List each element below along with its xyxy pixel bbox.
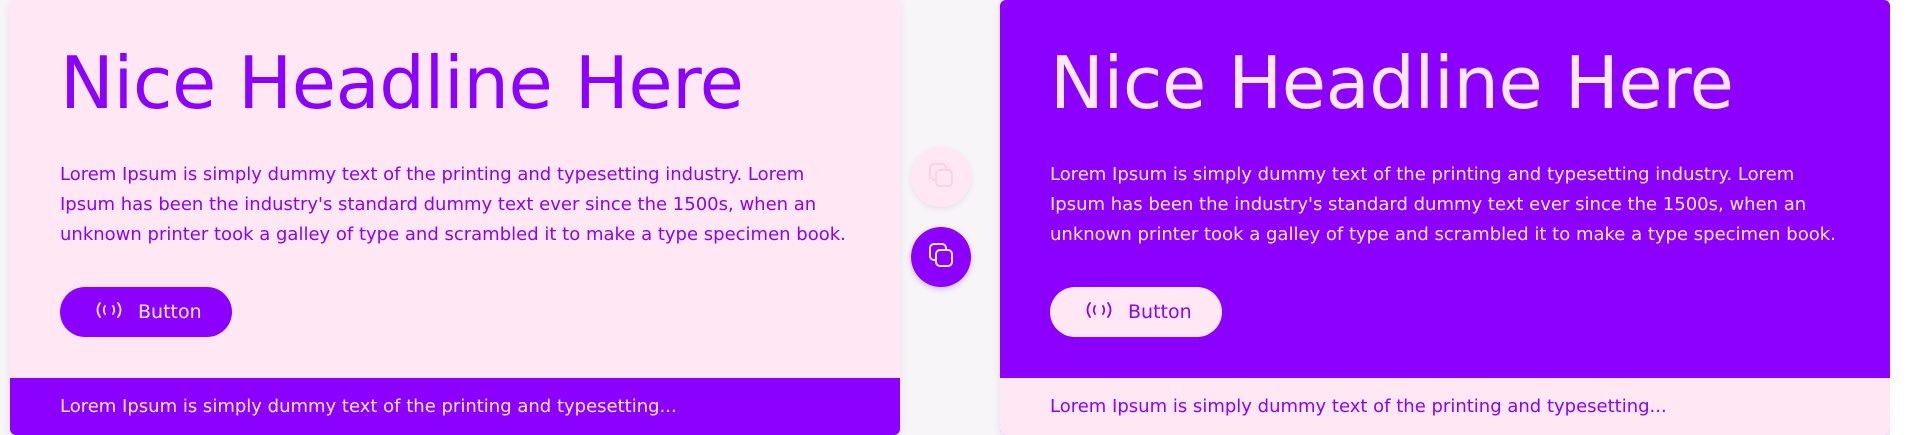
- card-button[interactable]: Button: [1050, 287, 1222, 337]
- card-button-label: Button: [138, 301, 202, 323]
- card-footer-text: Lorem Ipsum is simply dummy text of the …: [1050, 396, 1667, 417]
- card-footer-text: Lorem Ipsum is simply dummy text of the …: [60, 396, 677, 417]
- card-headline: Nice Headline Here: [60, 41, 744, 125]
- copy-dark-variant-button[interactable]: [911, 227, 971, 287]
- card-footer: Lorem Ipsum is simply dummy text of the …: [10, 378, 900, 435]
- copy-light-variant-button[interactable]: [911, 147, 971, 207]
- broadcast-icon: [1084, 299, 1114, 326]
- card-body-text: Lorem Ipsum is simply dummy text of the …: [60, 164, 846, 245]
- copy-icon: [926, 240, 956, 274]
- card-body-text: Lorem Ipsum is simply dummy text of the …: [1050, 164, 1836, 245]
- card-button[interactable]: Button: [60, 287, 232, 337]
- broadcast-icon: [94, 299, 124, 326]
- card-light: Nice Headline Here Lorem Ipsum is simply…: [10, 0, 900, 435]
- card-dark: Nice Headline Here Lorem Ipsum is simply…: [1000, 0, 1890, 435]
- preview-stage: Nice Headline Here Lorem Ipsum is simply…: [0, 0, 1920, 435]
- card-body: Nice Headline Here Lorem Ipsum is simply…: [60, 40, 860, 337]
- card-body: Nice Headline Here Lorem Ipsum is simply…: [1050, 40, 1850, 337]
- card-footer: Lorem Ipsum is simply dummy text of the …: [1000, 378, 1890, 435]
- card-headline: Nice Headline Here: [1050, 41, 1734, 125]
- copy-icon: [926, 160, 956, 194]
- right-gutter: [1890, 0, 1920, 435]
- card-button-label: Button: [1128, 301, 1192, 323]
